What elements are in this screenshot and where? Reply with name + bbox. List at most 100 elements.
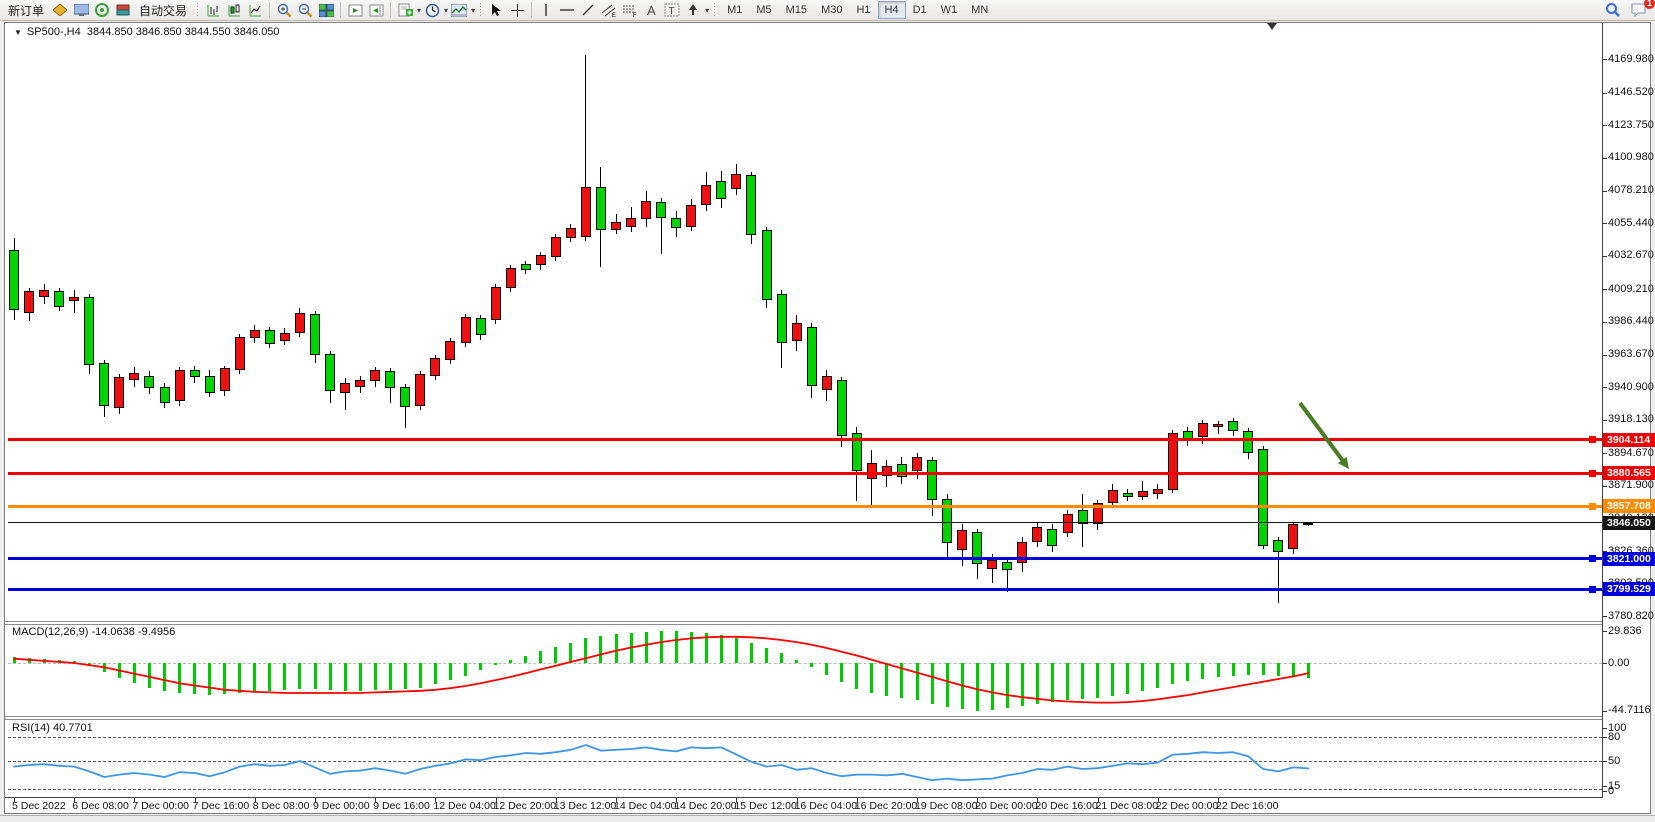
chart-shift-marker-icon[interactable] [1267,23,1277,30]
crosshair-icon[interactable] [507,2,527,19]
horizontal-line-3904.114[interactable] [8,438,1602,441]
template-icon[interactable] [449,2,469,19]
candle [641,201,651,220]
macd-histogram-bar [1201,663,1204,679]
rsi-level-50 [8,761,1602,762]
chart-menu-triangle-icon[interactable]: ▼ [14,28,22,37]
horizontal-line-icon[interactable] [557,2,577,19]
tile-windows-icon[interactable] [316,2,336,19]
horizontal-line-3846.050[interactable] [8,522,1602,523]
chart-shift-icon[interactable] [366,2,386,19]
add-indicator-caret[interactable]: ▾ [417,6,421,15]
price-tick-label: 3871.900 [1608,479,1654,491]
candle [24,291,34,312]
macd-histogram-bar [208,663,211,695]
arrows-icon[interactable] [683,2,703,19]
candlestick-chart-icon[interactable] [224,2,244,19]
macd-histogram-bar [1141,663,1144,691]
time-tick-label: 15 Dec 12:00 [734,800,796,812]
pane-separator[interactable] [5,716,1602,717]
macd-histogram-bar [660,631,663,663]
text-icon[interactable]: A [641,2,661,19]
auto-trading-button[interactable]: 自动交易 [134,1,192,20]
pane-separator[interactable] [5,621,1602,622]
horizontal-line-3821.000[interactable] [8,557,1602,560]
periods-icon[interactable] [422,2,442,19]
auto-trading-icon[interactable] [113,2,133,19]
macd-histogram-bar [73,661,76,663]
time-tick-label: 16 Dec 04:00 [795,800,857,812]
macd-histogram-bar [961,663,964,709]
price-tick-label: 4009.210 [1608,283,1654,295]
rsi-axis-label: 50 [1608,755,1620,767]
horizontal-line-3880.565[interactable] [8,472,1602,475]
search-icon[interactable] [1603,2,1623,19]
macd-histogram-bar [43,659,46,663]
time-tick [1037,798,1038,802]
candle [190,370,200,377]
timeframe-M15[interactable]: M15 [779,1,814,19]
macd-axis-label: 0.00 [1608,657,1629,669]
data-window-icon[interactable] [92,2,112,19]
symbol-profile-icon[interactable] [50,2,70,19]
market-watch-icon[interactable] [71,2,91,19]
macd-histogram-bar [1096,663,1099,698]
price-line-label: 3821.000 [1603,552,1655,566]
time-tick-label: 20 Dec 00:00 [975,800,1037,812]
line-anchor-marker[interactable] [1589,586,1596,593]
candle [445,341,455,360]
horizontal-line-3857.708[interactable] [8,505,1602,508]
auto-scroll-icon[interactable] [345,2,365,19]
timeframe-H1[interactable]: H1 [849,1,877,19]
candle [867,463,877,479]
candle [54,291,64,307]
macd-histogram-bar [554,647,557,663]
timeframe-H4[interactable]: H4 [878,1,906,19]
template-caret[interactable]: ▾ [471,6,475,15]
timeframe-M1[interactable]: M1 [720,1,749,19]
bar-chart-icon[interactable] [203,2,223,19]
zoom-out-icon[interactable] [295,2,315,19]
time-tick-label: 22 Dec 16:00 [1216,800,1278,812]
ohlc-values: 3844.850 3846.850 3844.550 3846.050 [87,26,280,38]
timeframe-W1[interactable]: W1 [934,1,965,19]
timeframe-M30[interactable]: M30 [814,1,849,19]
horizontal-line-3799.529[interactable] [8,588,1602,591]
line-anchor-marker[interactable] [1589,470,1596,477]
timeframe-D1[interactable]: D1 [906,1,934,19]
vertical-line-icon[interactable] [536,2,556,19]
time-tick-label: 9 Dec 00:00 [313,800,370,812]
pane-separator[interactable] [5,719,1602,720]
candle [912,457,922,471]
timeframe-M5[interactable]: M5 [749,1,778,19]
trendline-icon[interactable] [578,2,598,19]
line-anchor-marker[interactable] [1589,436,1596,443]
line-chart-icon[interactable] [245,2,265,19]
macd-histogram-bar [494,663,497,665]
line-anchor-marker[interactable] [1589,503,1596,510]
text-label-icon[interactable]: T [662,2,682,19]
time-tick-label: 6 Dec 08:00 [72,800,129,812]
macd-histogram-bar [1036,663,1039,704]
zoom-in-icon[interactable] [274,2,294,19]
macd-histogram-bar [223,663,226,694]
candle [1168,433,1178,490]
candle [1258,449,1268,546]
price-tick-label: 4123.750 [1608,119,1654,131]
equidistant-channel-icon[interactable]: E [599,2,619,19]
new-order-button[interactable]: 新订单 [3,1,49,20]
cursor-icon[interactable] [486,2,506,19]
candle [1273,540,1283,551]
timeframe-MN[interactable]: MN [964,1,995,19]
arrows-caret[interactable]: ▾ [705,6,709,15]
line-anchor-marker[interactable] [1589,555,1596,562]
macd-histogram-bar [1081,663,1084,699]
fibonacci-icon[interactable]: F [620,2,640,19]
chat-icon[interactable]: 1 [1629,2,1649,19]
add-indicator-icon[interactable] [395,2,415,19]
periods-caret[interactable]: ▾ [444,6,448,15]
time-tick-label: 7 Dec 16:00 [193,800,250,812]
chart-window[interactable] [4,22,1651,814]
candle [220,368,230,391]
pane-separator[interactable] [5,624,1602,625]
